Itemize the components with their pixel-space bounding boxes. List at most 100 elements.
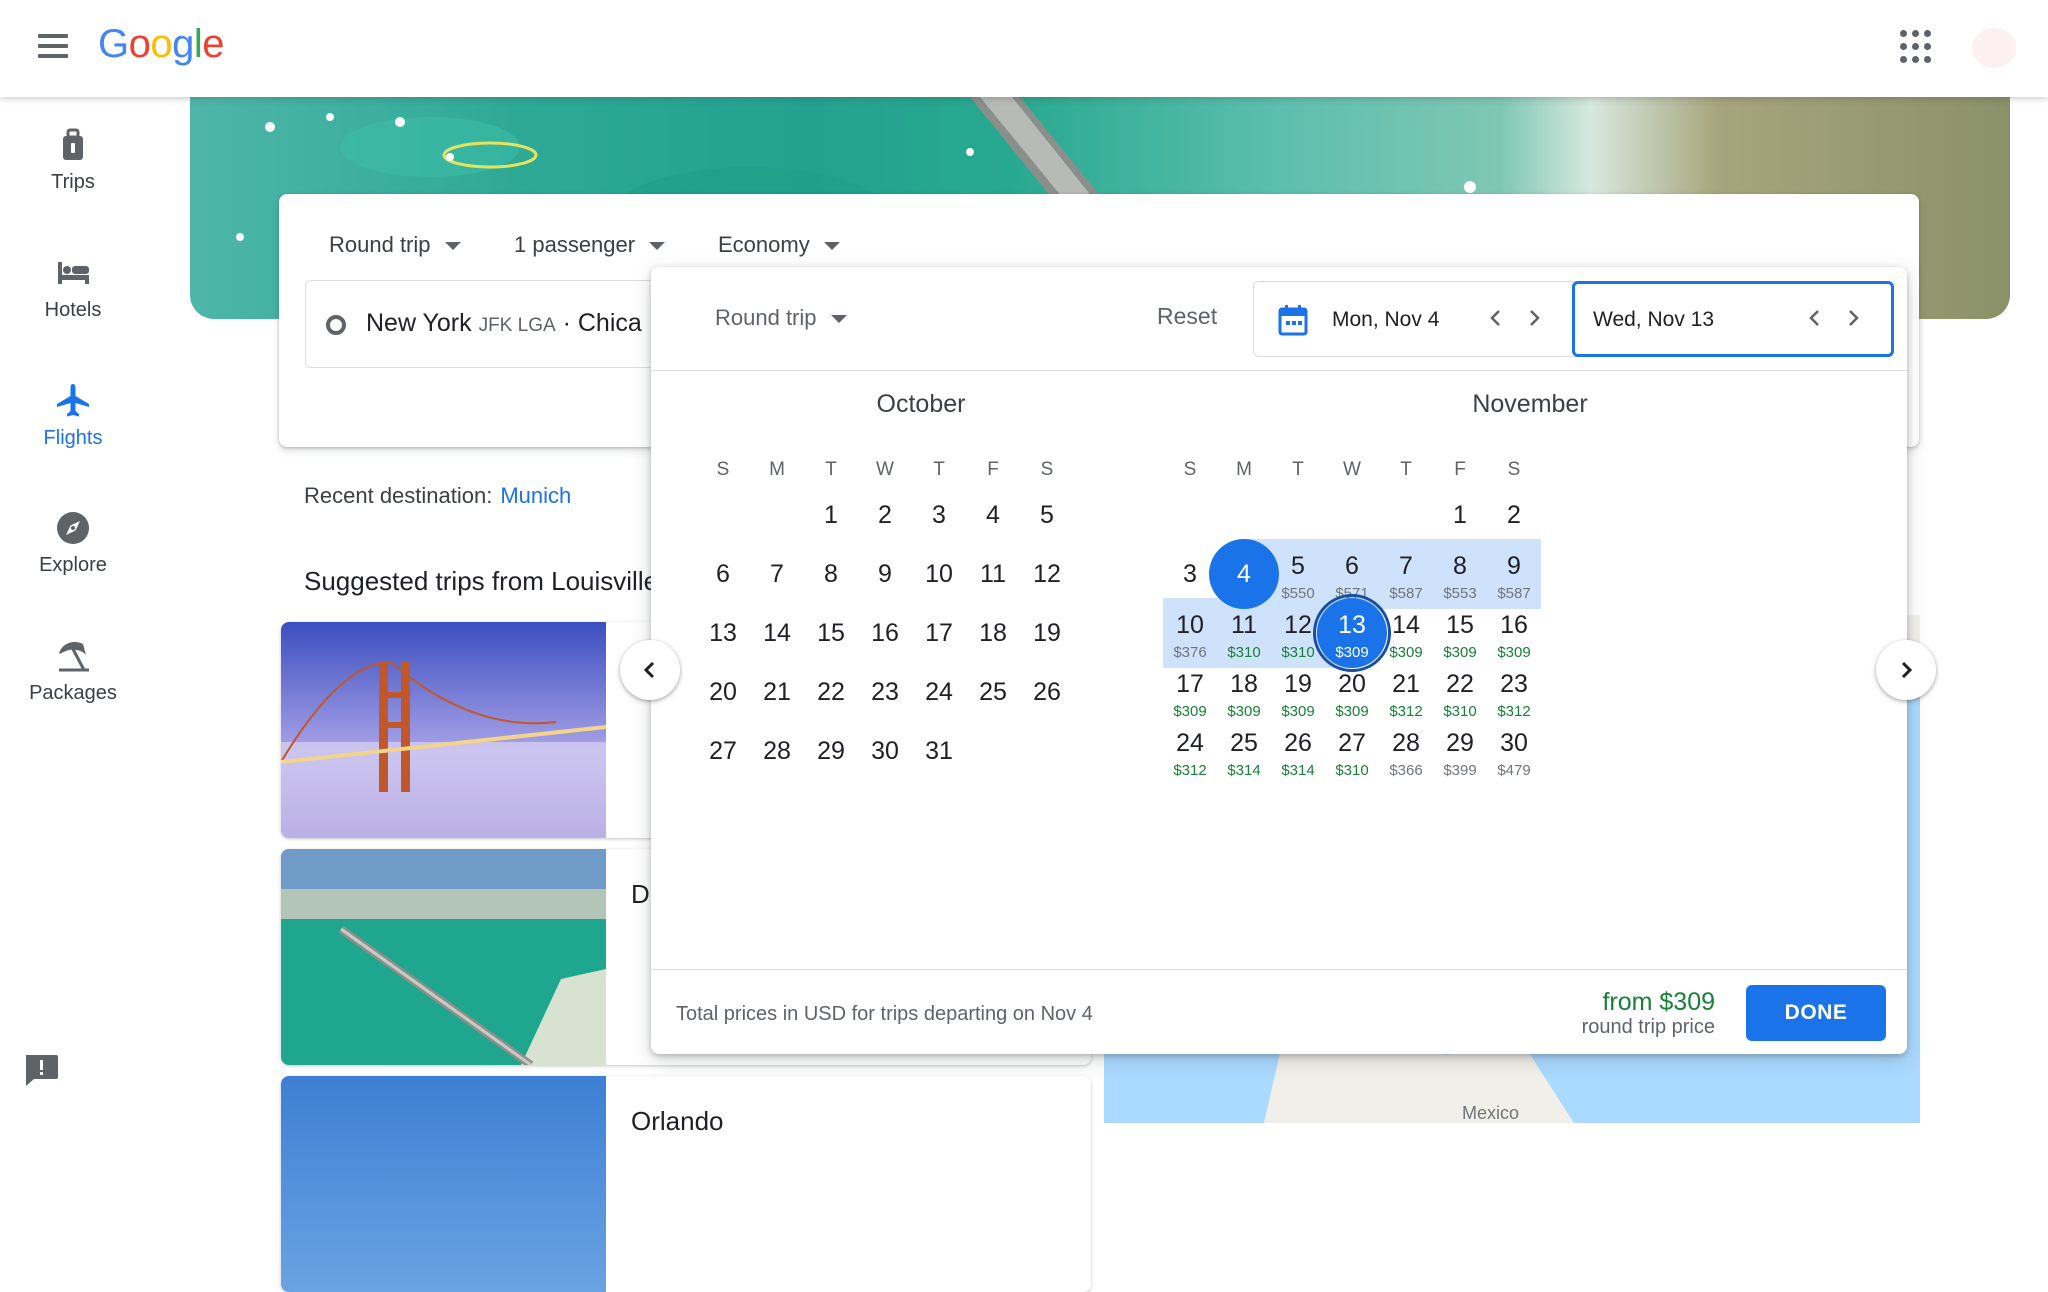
cabin-class-label: Economy xyxy=(718,232,810,257)
chevron-left-icon xyxy=(643,661,655,679)
rail-item-label: Packages xyxy=(29,682,117,704)
map-label: Mexico xyxy=(1462,1103,1520,1123)
day-number: 12 xyxy=(1033,560,1061,588)
day-number: 9 xyxy=(1507,552,1521,580)
trip-card[interactable]: Orlando xyxy=(281,1076,1091,1292)
beach-umbrella-icon xyxy=(59,642,89,672)
passenger-select[interactable]: 1 passenger xyxy=(514,232,666,258)
logo-letter: e xyxy=(202,22,225,66)
logo-letter: l xyxy=(193,22,203,66)
bed-icon xyxy=(58,262,89,284)
chevron-left-icon[interactable] xyxy=(1803,306,1827,330)
recent-destination: Recent destination: Munich xyxy=(304,483,571,509)
logo-letter: G xyxy=(98,22,129,66)
date-picker-footer: Total prices in USD for trips departing … xyxy=(651,969,1907,1054)
calendar-day[interactable]: 26 xyxy=(1012,677,1082,707)
calendar-day[interactable]: 9 $587 xyxy=(1479,551,1549,603)
date-picker-trip-type-select[interactable]: Round trip xyxy=(715,305,847,331)
done-button[interactable]: DONE xyxy=(1746,985,1886,1041)
dropdown-arrow-icon xyxy=(830,315,847,324)
rail-item-trips[interactable]: Trips xyxy=(0,125,146,194)
departure-date-field[interactable]: Mon, Nov 4 xyxy=(1254,282,1574,356)
price-note: Total prices in USD for trips departing … xyxy=(676,1003,1093,1025)
chevron-left-icon[interactable] xyxy=(1484,306,1508,330)
rail-item-label: Hotels xyxy=(44,299,102,321)
calendar-day[interactable]: 30 $479 xyxy=(1479,728,1549,780)
month-title: October xyxy=(876,390,966,418)
calendar-day[interactable]: 19 xyxy=(1012,618,1082,648)
weekday-label: S xyxy=(1040,459,1054,480)
origin-airport-codes: JFK LGA xyxy=(478,315,556,336)
day-number: 23 xyxy=(1500,670,1528,698)
from-price: from $309 xyxy=(1602,988,1715,1016)
logo-letter: g xyxy=(172,22,194,66)
date-fields: Mon, Nov 4 Wed, Nov 13 xyxy=(1253,281,1894,357)
rail-item-label: Explore xyxy=(39,554,107,576)
trip-type-select[interactable]: Round trip xyxy=(329,232,461,258)
logo-letter: o xyxy=(128,22,151,66)
calendar-day[interactable]: 16 $309 xyxy=(1479,610,1549,662)
origin-extra: · Chica xyxy=(562,309,642,337)
calendar-day[interactable]: 5 xyxy=(1012,500,1082,530)
dropdown-arrow-icon xyxy=(649,242,666,251)
dropdown-arrow-icon xyxy=(823,242,840,251)
google-logo[interactable]: Google xyxy=(98,22,225,67)
return-date-field[interactable]: Wed, Nov 13 xyxy=(1572,281,1894,357)
calendar-day[interactable]: 12 xyxy=(1012,559,1082,589)
luggage-icon xyxy=(63,128,83,160)
day-number: 31 xyxy=(925,737,953,765)
origin-circle-icon xyxy=(326,315,346,335)
rail-item-flights[interactable]: Flights xyxy=(0,381,146,450)
trip-image-golden-gate xyxy=(281,622,606,838)
trip-type-label: Round trip xyxy=(715,305,817,330)
airplane-icon xyxy=(57,384,89,417)
trip-image-destin xyxy=(281,849,606,1065)
weekday-label: S xyxy=(1507,459,1521,480)
trip-card-title: D xyxy=(631,879,650,909)
avatar[interactable] xyxy=(1972,28,2016,68)
departure-date-value: Mon, Nov 4 xyxy=(1332,308,1440,331)
date-picker-dialog: Round trip Reset Mon, Nov 4 Wed, Nov 13 xyxy=(651,267,1907,1054)
trip-type-label: Round trip xyxy=(329,232,431,257)
apps-grid-icon[interactable] xyxy=(1900,30,1934,64)
origin-city: New York xyxy=(366,309,472,337)
trip-image-orlando xyxy=(281,1076,606,1292)
calendar-day[interactable]: 23 $312 xyxy=(1479,669,1549,721)
chevron-right-icon xyxy=(1901,661,1913,679)
cabin-class-select[interactable]: Economy xyxy=(718,232,840,258)
logo-letter: o xyxy=(150,22,173,66)
compass-icon xyxy=(57,512,89,544)
chevron-right-icon[interactable] xyxy=(1522,306,1546,330)
rail-item-explore[interactable]: Explore xyxy=(0,508,146,577)
day-number: 19 xyxy=(1033,619,1061,647)
calendar-icon xyxy=(1278,305,1308,336)
passenger-label: 1 passenger xyxy=(514,232,636,257)
reset-button[interactable]: Reset xyxy=(1157,303,1217,330)
next-month-button[interactable] xyxy=(1876,640,1936,700)
calendar-day[interactable]: 2 xyxy=(1479,500,1549,530)
chevron-right-icon[interactable] xyxy=(1841,306,1865,330)
day-price: $309 xyxy=(1497,644,1531,661)
day-number: 16 xyxy=(1500,611,1528,639)
day-number: 2 xyxy=(1507,501,1521,529)
day-number: 5 xyxy=(1040,501,1054,529)
rail-item-label: Trips xyxy=(51,171,95,193)
calendar-day[interactable]: 31 xyxy=(904,736,974,766)
feedback-icon[interactable] xyxy=(22,1052,60,1088)
top-header: Google xyxy=(0,0,2048,97)
date-picker-header: Round trip Reset Mon, Nov 4 Wed, Nov 13 xyxy=(651,267,1907,371)
rail-item-hotels[interactable]: Hotels xyxy=(0,253,146,322)
previous-month-button[interactable] xyxy=(620,640,680,700)
hamburger-menu-icon[interactable] xyxy=(34,30,74,66)
month-title: November xyxy=(1472,390,1588,418)
origin-value: New York JFK LGA · Chica xyxy=(366,309,642,338)
day-number: 26 xyxy=(1033,678,1061,706)
recent-destination-label: Recent destination: xyxy=(304,483,493,508)
trip-card-title: Orlando xyxy=(631,1106,724,1136)
day-price: $587 xyxy=(1497,585,1531,602)
day-price: $312 xyxy=(1497,703,1531,720)
day-number: 30 xyxy=(1500,729,1528,757)
dropdown-arrow-icon xyxy=(444,242,461,251)
recent-destination-link[interactable]: Munich xyxy=(500,483,571,508)
rail-item-packages[interactable]: Packages xyxy=(0,636,146,705)
